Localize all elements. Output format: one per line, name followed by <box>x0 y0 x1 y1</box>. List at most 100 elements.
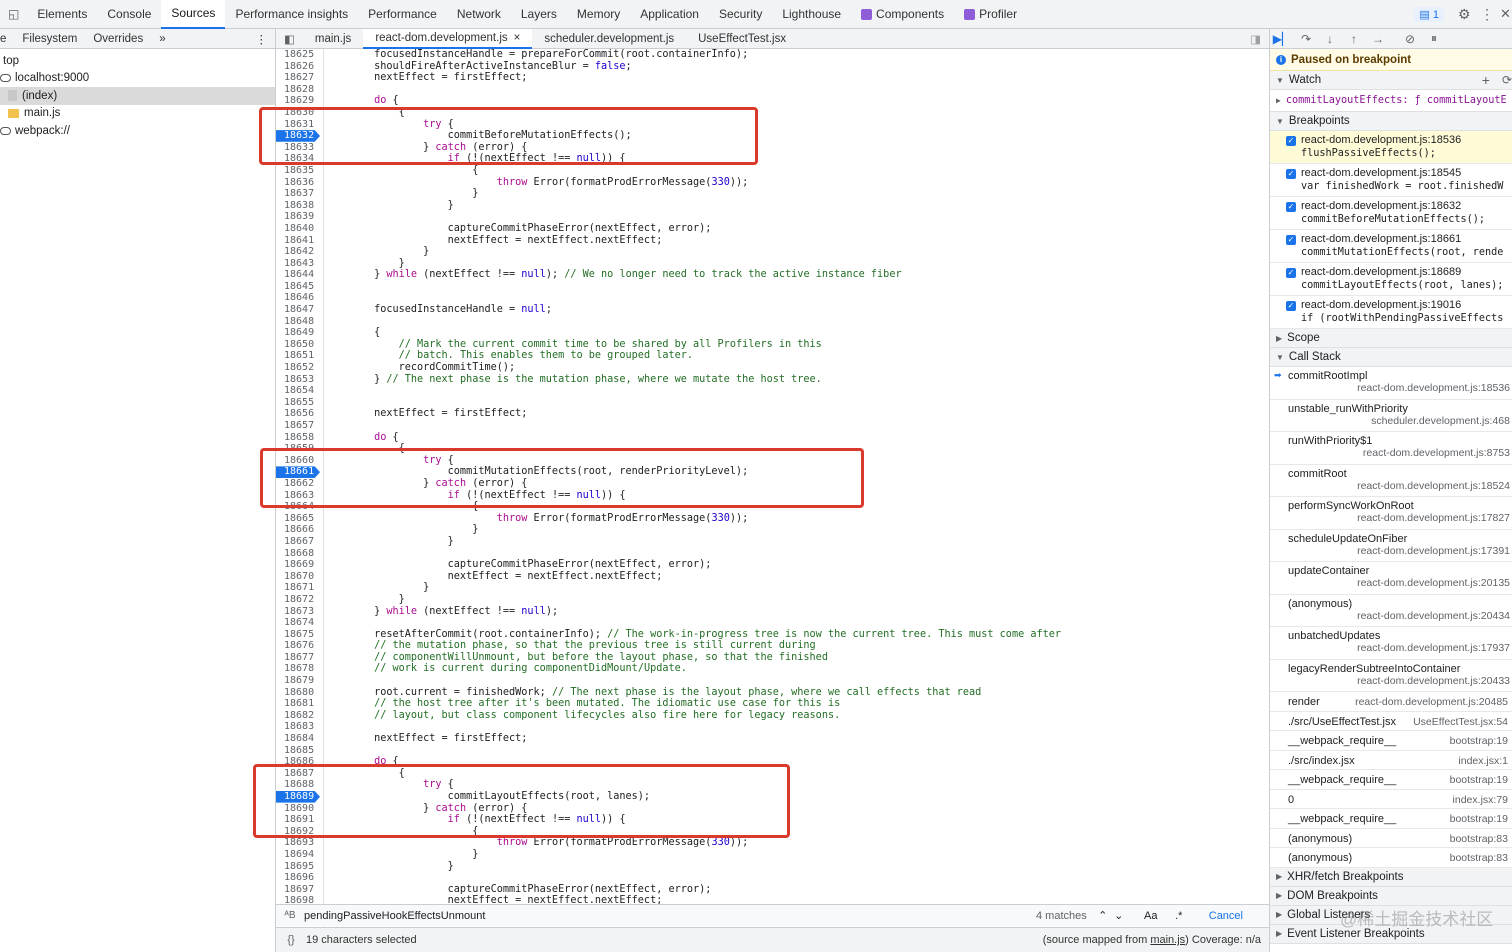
breakpoint-checkbox[interactable]: ✓ <box>1286 268 1296 278</box>
panel-tab-memory[interactable]: Memory <box>567 0 630 29</box>
editor-tab-main-js[interactable]: main.js <box>303 29 363 49</box>
chevron-more-icon[interactable]: » <box>151 33 173 45</box>
panel-tab-console[interactable]: Console <box>97 0 161 29</box>
regex-button[interactable]: .* <box>1169 910 1189 922</box>
line-number[interactable]: 18651 <box>276 350 323 362</box>
line-number[interactable]: 18679 <box>276 675 323 687</box>
watch-section-header[interactable]: ▼ Watch + ⟳ <box>1270 71 1512 90</box>
gear-icon[interactable]: ⚙ <box>1458 6 1480 23</box>
resume-icon[interactable]: ▶▏ <box>1270 29 1294 49</box>
line-number[interactable]: 18664 <box>276 501 323 513</box>
call-frame[interactable]: (anonymous) bootstrap:83 <box>1270 829 1512 848</box>
panel-tab-application[interactable]: Application <box>630 0 709 29</box>
tree-item[interactable]: main.js <box>0 105 275 123</box>
line-number[interactable]: 18691 <box>276 814 323 826</box>
line-number[interactable]: 18677 <box>276 652 323 664</box>
line-number[interactable]: 18693 <box>276 837 323 849</box>
line-number[interactable]: 18669 <box>276 559 323 571</box>
line-number[interactable]: 18627 <box>276 72 323 84</box>
line-number[interactable]: 18652 <box>276 362 323 374</box>
call-frame[interactable]: __webpack_require__ bootstrap:19 <box>1270 809 1512 829</box>
section-header-dom-breakpoints[interactable]: ▶ DOM Breakpoints <box>1270 886 1512 906</box>
tree-item[interactable]: (index) <box>0 87 275 105</box>
tree-item[interactable]: webpack:// <box>0 122 275 140</box>
line-number[interactable]: 18673 <box>276 606 323 618</box>
breakpoint-item[interactable]: ✓ react-dom.development.js:18536 flushPass… <box>1270 131 1512 164</box>
tree-item[interactable]: top <box>0 52 275 70</box>
line-number[interactable]: 18685 <box>276 745 323 757</box>
line-number[interactable]: 18670 <box>276 571 323 583</box>
add-watch-icon[interactable]: + <box>1482 72 1490 88</box>
line-number[interactable]: 18697 <box>276 884 323 896</box>
panel-tab-performance[interactable]: Performance <box>358 0 447 29</box>
match-case-button[interactable]: Aa <box>1139 910 1163 922</box>
panel-tab-performance-insights[interactable]: Performance insights <box>225 0 358 29</box>
call-frame[interactable]: ./src/index.jsx index.jsx:1 <box>1270 751 1512 770</box>
scope-section-header[interactable]: ▶ Scope <box>1270 329 1512 348</box>
line-number[interactable]: 18675 <box>276 629 323 641</box>
close-icon[interactable]: ✕ <box>1500 6 1512 22</box>
line-number[interactable]: 18654 <box>276 385 323 397</box>
more-menu-icon[interactable]: ⋮ <box>248 32 276 46</box>
more-menu-icon[interactable]: ⋮ <box>1480 6 1500 23</box>
breakpoint-line-number[interactable]: 18661 <box>276 466 320 478</box>
line-number[interactable]: 18635 <box>276 165 323 177</box>
line-number[interactable]: 18674 <box>276 617 323 629</box>
line-number[interactable]: 18638 <box>276 200 323 212</box>
line-number[interactable]: 18680 <box>276 687 323 699</box>
step-icon[interactable]: → <box>1366 29 1390 49</box>
breakpoint-checkbox[interactable]: ✓ <box>1286 202 1296 212</box>
line-number[interactable]: 18688 <box>276 779 323 791</box>
line-number[interactable]: 18650 <box>276 339 323 351</box>
line-number[interactable]: 18625 <box>276 49 323 61</box>
line-number[interactable]: 18637 <box>276 188 323 200</box>
toggle-debugger-icon[interactable]: ◨ <box>1242 29 1269 49</box>
line-number[interactable]: 18630 <box>276 107 323 119</box>
line-number[interactable]: 18658 <box>276 432 323 444</box>
breakpoint-item[interactable]: ✓ react-dom.development.js:18689 commitLay… <box>1270 263 1512 296</box>
call-frame[interactable]: 0 index.jsx:79 <box>1270 790 1512 809</box>
line-number[interactable]: 18657 <box>276 420 323 432</box>
line-number[interactable]: 18683 <box>276 721 323 733</box>
step-out-icon[interactable]: ↑ <box>1342 29 1366 49</box>
source-map-link[interactable]: main.js <box>1150 934 1185 946</box>
line-number[interactable]: 18660 <box>276 455 323 467</box>
line-number[interactable]: 18653 <box>276 374 323 386</box>
line-number[interactable]: 18687 <box>276 768 323 780</box>
panel-tab-security[interactable]: Security <box>709 0 772 29</box>
line-number[interactable]: 18671 <box>276 582 323 594</box>
editor-tab-scheduler-development-js[interactable]: scheduler.development.js <box>532 29 686 49</box>
breakpoint-line-number[interactable]: 18689 <box>276 791 320 803</box>
line-number[interactable]: 18659 <box>276 443 323 455</box>
line-number[interactable]: 18696 <box>276 872 323 884</box>
line-number[interactable]: 18643 <box>276 258 323 270</box>
line-number[interactable]: 18676 <box>276 640 323 652</box>
breakpoints-section-header[interactable]: ▼ Breakpoints <box>1270 112 1512 131</box>
editor-tab-react-dom-development-js[interactable]: react-dom.development.js × <box>363 28 533 49</box>
call-frame[interactable]: updateContainer react-dom.development.js:… <box>1270 562 1512 595</box>
line-number[interactable]: 18662 <box>276 478 323 490</box>
line-number[interactable]: 18690 <box>276 803 323 815</box>
line-number[interactable]: 18639 <box>276 211 323 223</box>
breakpoint-item[interactable]: ✓ react-dom.development.js:18661 commitMut… <box>1270 230 1512 263</box>
call-frame[interactable]: __webpack_require__ bootstrap:19 <box>1270 731 1512 751</box>
line-number[interactable]: 18695 <box>276 861 323 873</box>
line-number[interactable]: 18648 <box>276 316 323 328</box>
line-number[interactable]: 18641 <box>276 235 323 247</box>
line-number[interactable]: 18665 <box>276 513 323 525</box>
pause-on-exceptions-icon[interactable]: ⏸ <box>1422 29 1446 49</box>
prev-match-icon[interactable]: ⌃ <box>1095 909 1111 922</box>
line-number[interactable]: 18631 <box>276 119 323 131</box>
refresh-watch-icon[interactable]: ⟳ <box>1502 73 1512 87</box>
panel-tab-sources[interactable]: Sources <box>161 0 226 29</box>
line-number-gutter[interactable]: 18625 18626 18627 18628 18629 18630 18631 18632… <box>276 49 324 927</box>
cancel-search-button[interactable]: Cancel <box>1209 910 1243 922</box>
call-frame[interactable]: runWithPriority$1 react-dom.development.j… <box>1270 432 1512 465</box>
line-number[interactable]: 18640 <box>276 223 323 235</box>
call-frame[interactable]: commitRoot react-dom.development.js:18524 <box>1270 465 1512 497</box>
breakpoint-item[interactable]: ✓ react-dom.development.js:18632 commitBef… <box>1270 197 1512 230</box>
call-frame[interactable]: unbatchedUpdates react-dom.development.js… <box>1270 627 1512 660</box>
line-number[interactable]: 18646 <box>276 292 323 304</box>
panel-tab-network[interactable]: Network <box>447 0 511 29</box>
toggle-navigator-icon[interactable]: ◧ <box>276 29 303 49</box>
